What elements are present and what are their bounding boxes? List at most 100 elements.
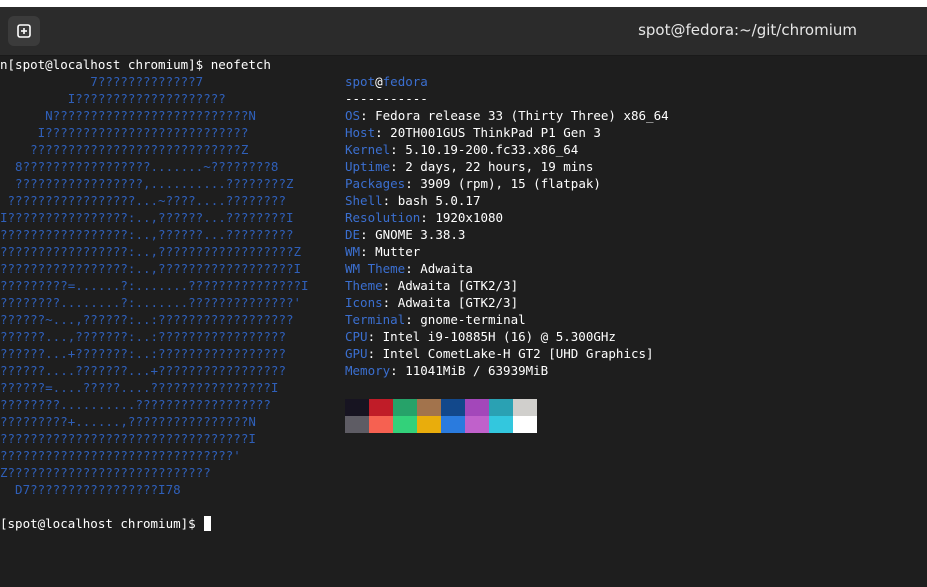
color-swatch	[441, 416, 465, 433]
info-row: WM Theme: Adwaita	[345, 260, 473, 277]
info-key: Icons	[345, 295, 383, 310]
color-swatch	[345, 416, 369, 433]
color-swatch	[369, 399, 393, 416]
info-row: Packages: 3909 (rpm), 15 (flatpak)	[345, 175, 601, 192]
ascii-logo-line: ??????~...,??????:..:??????????????????	[0, 312, 294, 327]
prompt-line[interactable]: [spot@localhost chromium]$	[0, 515, 212, 532]
ascii-logo-line: ?????????????????,..........????????Z	[0, 176, 294, 191]
separator: -----------	[345, 91, 428, 106]
info-key: DE	[345, 227, 361, 242]
info-key: Shell	[345, 193, 383, 208]
info-row: Uptime: 2 days, 22 hours, 19 mins	[345, 158, 593, 175]
command-line: n[spot@localhost chromium]$ neofetch	[0, 57, 271, 72]
info-colon: :	[420, 210, 436, 225]
info-colon: :	[405, 176, 421, 191]
text-cursor	[204, 516, 212, 531]
info-row: Theme: Adwaita [GTK2/3]	[345, 277, 518, 294]
info-value: 2 days, 22 hours, 19 mins	[405, 159, 594, 174]
color-swatch	[393, 416, 417, 433]
info-key: CPU	[345, 329, 368, 344]
info-row: Resolution: 1920x1080	[345, 209, 503, 226]
color-swatch	[393, 399, 417, 416]
info-colon: :	[382, 278, 398, 293]
info-key: Uptime	[345, 159, 391, 174]
ascii-logo-line: ????????..........??????????????????	[0, 397, 271, 412]
info-value: Adwaita [GTK2/3]	[397, 295, 519, 310]
info-value: 20TH001GUS ThinkPad P1 Gen 3	[390, 125, 601, 140]
info-colon: :	[382, 295, 398, 310]
info-row: Terminal: gnome-terminal	[345, 311, 526, 328]
color-swatch	[489, 416, 513, 433]
info-row: Host: 20TH001GUS ThinkPad P1 Gen 3	[345, 124, 601, 141]
info-value: 11041MiB / 63939MiB	[405, 363, 549, 378]
info-colon: :	[405, 312, 421, 327]
info-key: OS	[345, 108, 361, 123]
ascii-logo-line: ??????...+???????:..:?????????????????	[0, 346, 286, 361]
info-row: Icons: Adwaita [GTK2/3]	[345, 294, 518, 311]
info-colon: :	[367, 329, 383, 344]
ascii-logo-line: Z???????????????????????????	[0, 465, 211, 480]
color-swatch	[417, 399, 441, 416]
ascii-logo-line: ??????...,???????:..:?????????????????	[0, 329, 286, 344]
ascii-logo-line: ?????????+......,????????????????N	[0, 414, 256, 429]
ascii-logo-line: 8?????????????????.......~????????8	[0, 159, 279, 174]
info-colon: :	[360, 108, 376, 123]
color-swatch	[465, 399, 489, 416]
info-row: Kernel: 5.10.19-200.fc33.x86_64	[345, 141, 578, 158]
terminal-window: spot@fedora:~/git/chromium n[spot@localh…	[0, 0, 927, 587]
terminal-output[interactable]: n[spot@localhost chromium]$ neofetch 7??…	[0, 56, 927, 587]
ascii-logo-line: I????????????????:..,??????...????????I	[0, 210, 294, 225]
info-key: WM Theme	[345, 261, 406, 276]
prompt: [spot@localhost chromium]$	[0, 516, 204, 531]
ascii-logo-line: ???????????????????????????????'	[0, 448, 241, 463]
desktop-strip	[0, 0, 927, 7]
info-colon: :	[405, 261, 421, 276]
at-sign: @	[375, 74, 383, 89]
ascii-logo-line: I???????????????????????????	[0, 125, 249, 140]
info-value: Adwaita [GTK2/3]	[397, 278, 519, 293]
info-key: Terminal	[345, 312, 406, 327]
info-key: GPU	[345, 346, 368, 361]
ascii-logo-line: 7?????????????7	[0, 74, 204, 89]
info-value: Adwaita	[420, 261, 473, 276]
info-row: GPU: Intel CometLake-H GT2 [UHD Graphics…	[345, 345, 654, 362]
user-name: spot	[345, 74, 376, 89]
ascii-logo-line: ??????=....?????....????????????????I	[0, 380, 279, 395]
color-swatch	[513, 399, 537, 416]
info-value: GNOME 3.38.3	[375, 227, 466, 242]
ascii-logo-line: ?????????????????:..,??????????????????I	[0, 261, 302, 276]
info-colon: :	[360, 244, 376, 259]
info-value: Intel i9-10885H (16) @ 5.300GHz	[382, 329, 616, 344]
ascii-logo-line: ????????????????????????????Z	[0, 142, 249, 157]
info-colon: :	[390, 142, 406, 157]
info-value: 5.10.19-200.fc33.x86_64	[405, 142, 579, 157]
window-title: spot@fedora:~/git/chromium	[638, 21, 857, 39]
color-swatch	[489, 399, 513, 416]
info-value: gnome-terminal	[420, 312, 526, 327]
ascii-logo-line: ?????????????????????????????????I	[0, 431, 256, 446]
info-value: Intel CometLake-H GT2 [UHD Graphics]	[382, 346, 654, 361]
color-swatch	[441, 399, 465, 416]
info-key: WM	[345, 244, 361, 259]
color-swatch	[369, 416, 393, 433]
ascii-logo-line: ?????????????????:..,??????????????????Z	[0, 244, 302, 259]
info-row: Shell: bash 5.0.17	[345, 192, 481, 209]
ascii-logo-line: ??????....???????...+?????????????????	[0, 363, 286, 378]
info-value: 3909 (rpm), 15 (flatpak)	[420, 176, 601, 191]
title-bar: spot@fedora:~/git/chromium	[0, 7, 927, 56]
ascii-logo-line: ?????????=......?:.......???????????????…	[0, 278, 309, 293]
info-row: OS: Fedora release 33 (Thirty Three) x86…	[345, 107, 669, 124]
info-key: Packages	[345, 176, 406, 191]
ascii-logo-line: ?????????????????...~????....????????	[0, 193, 286, 208]
color-swatch	[417, 416, 441, 433]
info-row: Memory: 11041MiB / 63939MiB	[345, 362, 548, 379]
ascii-logo-line: ????????........?:.......??????????????'	[0, 295, 302, 310]
info-colon: :	[390, 363, 406, 378]
info-key: Kernel	[345, 142, 391, 157]
info-value: Mutter	[375, 244, 421, 259]
color-swatch	[513, 416, 537, 433]
info-colon: :	[382, 193, 398, 208]
info-colon: :	[375, 125, 391, 140]
info-row: DE: GNOME 3.38.3	[345, 226, 465, 243]
info-key: Memory	[345, 363, 391, 378]
